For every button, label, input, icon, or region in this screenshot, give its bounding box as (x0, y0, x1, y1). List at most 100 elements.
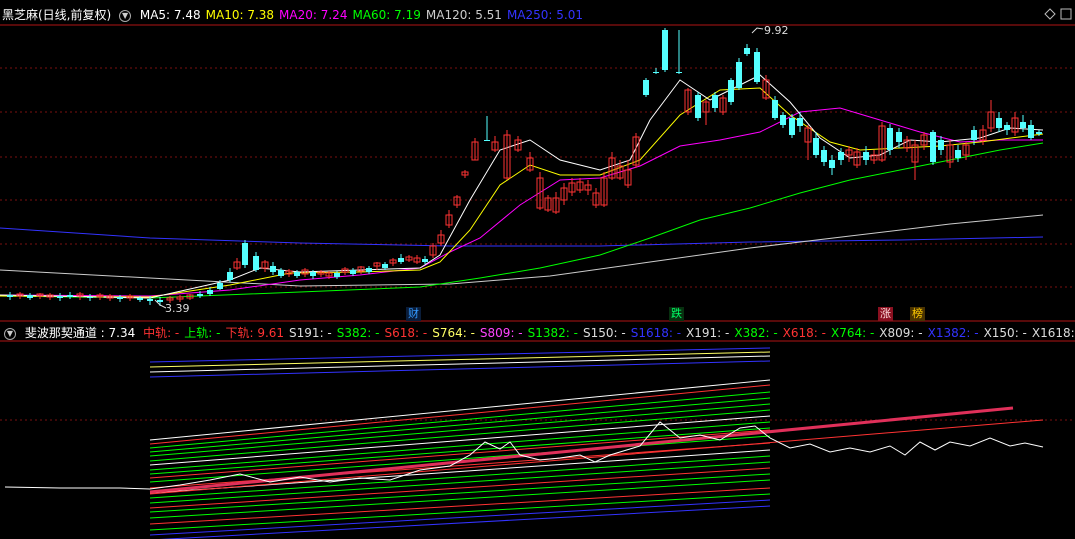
candlestick (491, 136, 499, 152)
candlestick (712, 92, 718, 112)
candlestick (233, 258, 241, 270)
fibonacci-line (149, 355, 771, 373)
candlestick (366, 266, 372, 274)
candle-body (227, 272, 233, 280)
candlestick (437, 230, 445, 246)
candlestick (568, 178, 576, 196)
candle-body (930, 132, 936, 162)
candlestick (653, 68, 659, 74)
candle-body (334, 273, 340, 277)
candlestick (821, 146, 827, 166)
candle-body (242, 243, 248, 265)
candle-body (484, 140, 490, 141)
candle-body (1028, 125, 1034, 138)
candlestick (7, 292, 13, 300)
candle-body (695, 95, 701, 118)
candlestick (702, 100, 710, 125)
candlestick (887, 124, 893, 155)
candle-body (896, 132, 902, 142)
candle-body (813, 138, 819, 155)
stock-chart-window: 黑芝麻(日线,前复权) ▼ MA5: 7.48 MA10: 7.38 MA20: 7… (0, 0, 1075, 539)
moving-average-lines (0, 74, 1044, 299)
ma20-line (0, 107, 1043, 297)
candle-body (382, 264, 388, 268)
fibonacci-line (149, 360, 771, 378)
ma5-line (0, 74, 1044, 299)
candlestick (36, 293, 44, 299)
candlestick (461, 170, 469, 178)
candle-body (57, 296, 63, 298)
fibonacci-line (149, 397, 771, 453)
candle-body (398, 258, 404, 262)
candle-body (955, 150, 961, 158)
event-tag-list[interactable]: 榜 (910, 307, 925, 321)
candlestick (96, 293, 104, 300)
candlestick (1011, 112, 1019, 136)
candlestick (484, 116, 490, 141)
candlestick (398, 254, 404, 264)
candle-body (137, 298, 143, 300)
candle-body (197, 294, 203, 296)
candlestick (1028, 120, 1034, 140)
candlestick (503, 130, 511, 180)
candlestick (227, 268, 233, 282)
candlestick (797, 112, 803, 132)
candle-body (653, 72, 659, 73)
candle-body (996, 118, 1002, 128)
candle-body (662, 30, 668, 70)
settings-icon[interactable] (1044, 8, 1056, 20)
candlestick (552, 192, 560, 214)
candle-body (863, 152, 869, 160)
candlestick (719, 95, 727, 115)
fibonacci-line (149, 403, 771, 457)
candle-body (676, 72, 682, 73)
candlestick (829, 155, 835, 175)
candlestick (754, 48, 760, 84)
candlestick (27, 293, 33, 300)
fibonacci-line (149, 429, 771, 479)
candlestick (930, 130, 936, 165)
candlestick (1020, 115, 1026, 132)
candle-body (270, 266, 276, 272)
candlestick (643, 78, 649, 97)
candle-body (7, 295, 13, 297)
candlestick (1004, 122, 1010, 135)
event-tag-rise[interactable]: 涨 (878, 307, 893, 321)
candle-body (1036, 132, 1042, 134)
ma120-line (0, 214, 1044, 287)
chart-canvas[interactable]: 9.92 3.39 (0, 0, 1075, 539)
candlestick (350, 268, 356, 276)
candle-body (938, 140, 944, 150)
candle-body (772, 100, 778, 118)
candlestick (373, 262, 381, 270)
ma60-line (0, 142, 1044, 299)
candlestick (526, 152, 534, 172)
candlestick (676, 30, 682, 74)
candle-body (789, 118, 795, 135)
event-tag-finance[interactable]: 财 (406, 307, 421, 321)
candlestick (186, 294, 194, 300)
candle-body (27, 295, 33, 298)
window-control-icon[interactable] (1060, 8, 1072, 20)
candlestick (863, 146, 869, 165)
candle-body (838, 152, 844, 160)
low-label: 3.39 (165, 302, 190, 315)
candle-body (278, 270, 284, 276)
candlestick (544, 195, 552, 212)
fibonacci-line (149, 379, 771, 441)
candlestick (253, 252, 259, 272)
fibonacci-line (149, 442, 771, 489)
candle-body (147, 299, 153, 301)
event-tag-drop[interactable]: 跌 (669, 307, 684, 321)
candlestick (592, 188, 600, 208)
fibonacci-line (149, 499, 771, 536)
candle-body (712, 95, 718, 108)
candle-body (780, 115, 786, 125)
candle-body (728, 80, 734, 102)
candlestick (413, 255, 421, 264)
candlestick (270, 262, 276, 275)
candle-body (366, 268, 372, 272)
candle-body (1020, 122, 1026, 128)
candlestick (87, 294, 93, 301)
candle-body (744, 48, 750, 54)
